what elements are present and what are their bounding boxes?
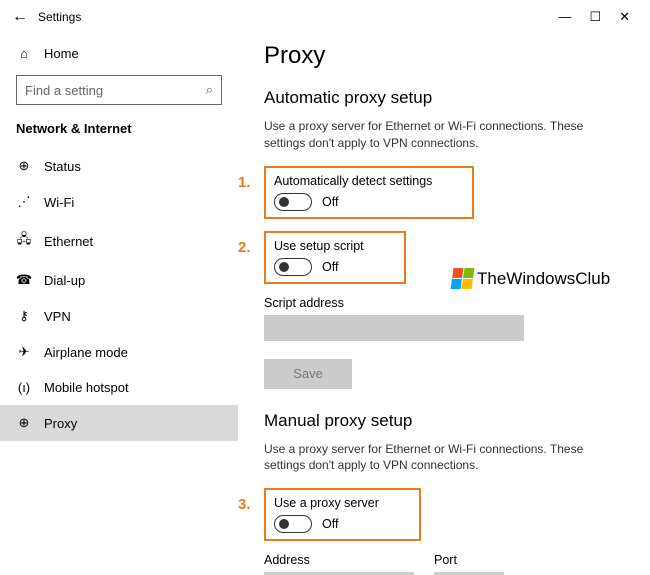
- home-icon: ⌂: [16, 46, 32, 61]
- sidebar-home[interactable]: ⌂ Home: [0, 40, 238, 75]
- sidebar-group-label: Network & Internet: [0, 121, 238, 148]
- watermark: TheWindowsClub: [452, 268, 610, 289]
- setup-script-toggle[interactable]: [274, 258, 312, 276]
- home-label: Home: [44, 46, 79, 61]
- vpn-icon: ⚷: [16, 308, 32, 324]
- minimize-button[interactable]: —: [558, 9, 571, 25]
- script-address-label: Script address: [264, 296, 630, 310]
- main-panel: Proxy Automatic proxy setup Use a proxy …: [238, 34, 650, 575]
- titlebar: ← Settings — ☐ ✕: [0, 0, 650, 34]
- auto-desc: Use a proxy server for Ethernet or Wi-Fi…: [264, 118, 604, 152]
- auto-detect-label: Automatically detect settings: [274, 174, 432, 188]
- search-placeholder: Find a setting: [25, 83, 103, 98]
- callout-2: 2.: [238, 239, 251, 256]
- sidebar-item-label: Wi-Fi: [44, 195, 74, 210]
- sidebar-item-proxy[interactable]: ⊕ Proxy: [0, 405, 238, 441]
- sidebar-item-hotspot[interactable]: (ı) Mobile hotspot: [0, 370, 238, 405]
- sidebar-item-ethernet[interactable]: 🖧 Ethernet: [0, 220, 238, 262]
- sidebar-item-airplane[interactable]: ✈ Airplane mode: [0, 334, 238, 370]
- sidebar-item-vpn[interactable]: ⚷ VPN: [0, 298, 238, 334]
- close-button[interactable]: ✕: [619, 9, 630, 25]
- save-button[interactable]: Save: [264, 359, 352, 389]
- page-title: Proxy: [264, 42, 630, 70]
- use-proxy-label: Use a proxy server: [274, 496, 379, 510]
- dialup-icon: ☎: [16, 272, 32, 288]
- back-button[interactable]: ←: [6, 8, 34, 26]
- search-icon: ⌕: [206, 82, 213, 98]
- sidebar-item-status[interactable]: ⊕ Status: [0, 148, 238, 184]
- auto-heading: Automatic proxy setup: [264, 88, 630, 108]
- script-address-input[interactable]: [264, 315, 524, 341]
- sidebar-item-label: VPN: [44, 309, 71, 324]
- sidebar-item-label: Mobile hotspot: [44, 380, 129, 395]
- hotspot-icon: (ı): [16, 380, 32, 395]
- status-icon: ⊕: [16, 158, 32, 174]
- address-label: Address: [264, 553, 414, 567]
- annotation-box-3: Use a proxy server Off: [264, 488, 421, 541]
- use-proxy-state: Off: [322, 517, 338, 531]
- maximize-button[interactable]: ☐: [589, 9, 601, 25]
- callout-1: 1.: [238, 174, 251, 191]
- setup-script-state: Off: [322, 260, 338, 274]
- sidebar-item-dialup[interactable]: ☎ Dial-up: [0, 262, 238, 298]
- callout-3: 3.: [238, 496, 251, 513]
- port-label: Port: [434, 553, 504, 567]
- manual-heading: Manual proxy setup: [264, 411, 630, 431]
- windows-logo-icon: [451, 268, 475, 289]
- proxy-icon: ⊕: [16, 415, 32, 431]
- setup-script-label: Use setup script: [274, 239, 364, 253]
- search-input[interactable]: Find a setting ⌕: [16, 75, 222, 105]
- use-proxy-toggle[interactable]: [274, 515, 312, 533]
- watermark-text: TheWindowsClub: [477, 269, 610, 289]
- sidebar-item-label: Airplane mode: [44, 345, 128, 360]
- manual-desc: Use a proxy server for Ethernet or Wi-Fi…: [264, 441, 604, 475]
- sidebar: ⌂ Home Find a setting ⌕ Network & Intern…: [0, 34, 238, 575]
- airplane-icon: ✈: [16, 344, 32, 360]
- sidebar-item-label: Dial-up: [44, 273, 85, 288]
- sidebar-item-label: Ethernet: [44, 234, 93, 249]
- window-title: Settings: [34, 10, 558, 24]
- auto-detect-toggle[interactable]: [274, 193, 312, 211]
- ethernet-icon: 🖧: [16, 230, 32, 252]
- auto-detect-state: Off: [322, 195, 338, 209]
- sidebar-item-label: Proxy: [44, 416, 77, 431]
- annotation-box-1: Automatically detect settings Off: [264, 166, 474, 219]
- sidebar-item-wifi[interactable]: ⋰ Wi-Fi: [0, 184, 238, 220]
- wifi-icon: ⋰: [16, 194, 32, 210]
- sidebar-item-label: Status: [44, 159, 81, 174]
- annotation-box-2: Use setup script Off: [264, 231, 406, 284]
